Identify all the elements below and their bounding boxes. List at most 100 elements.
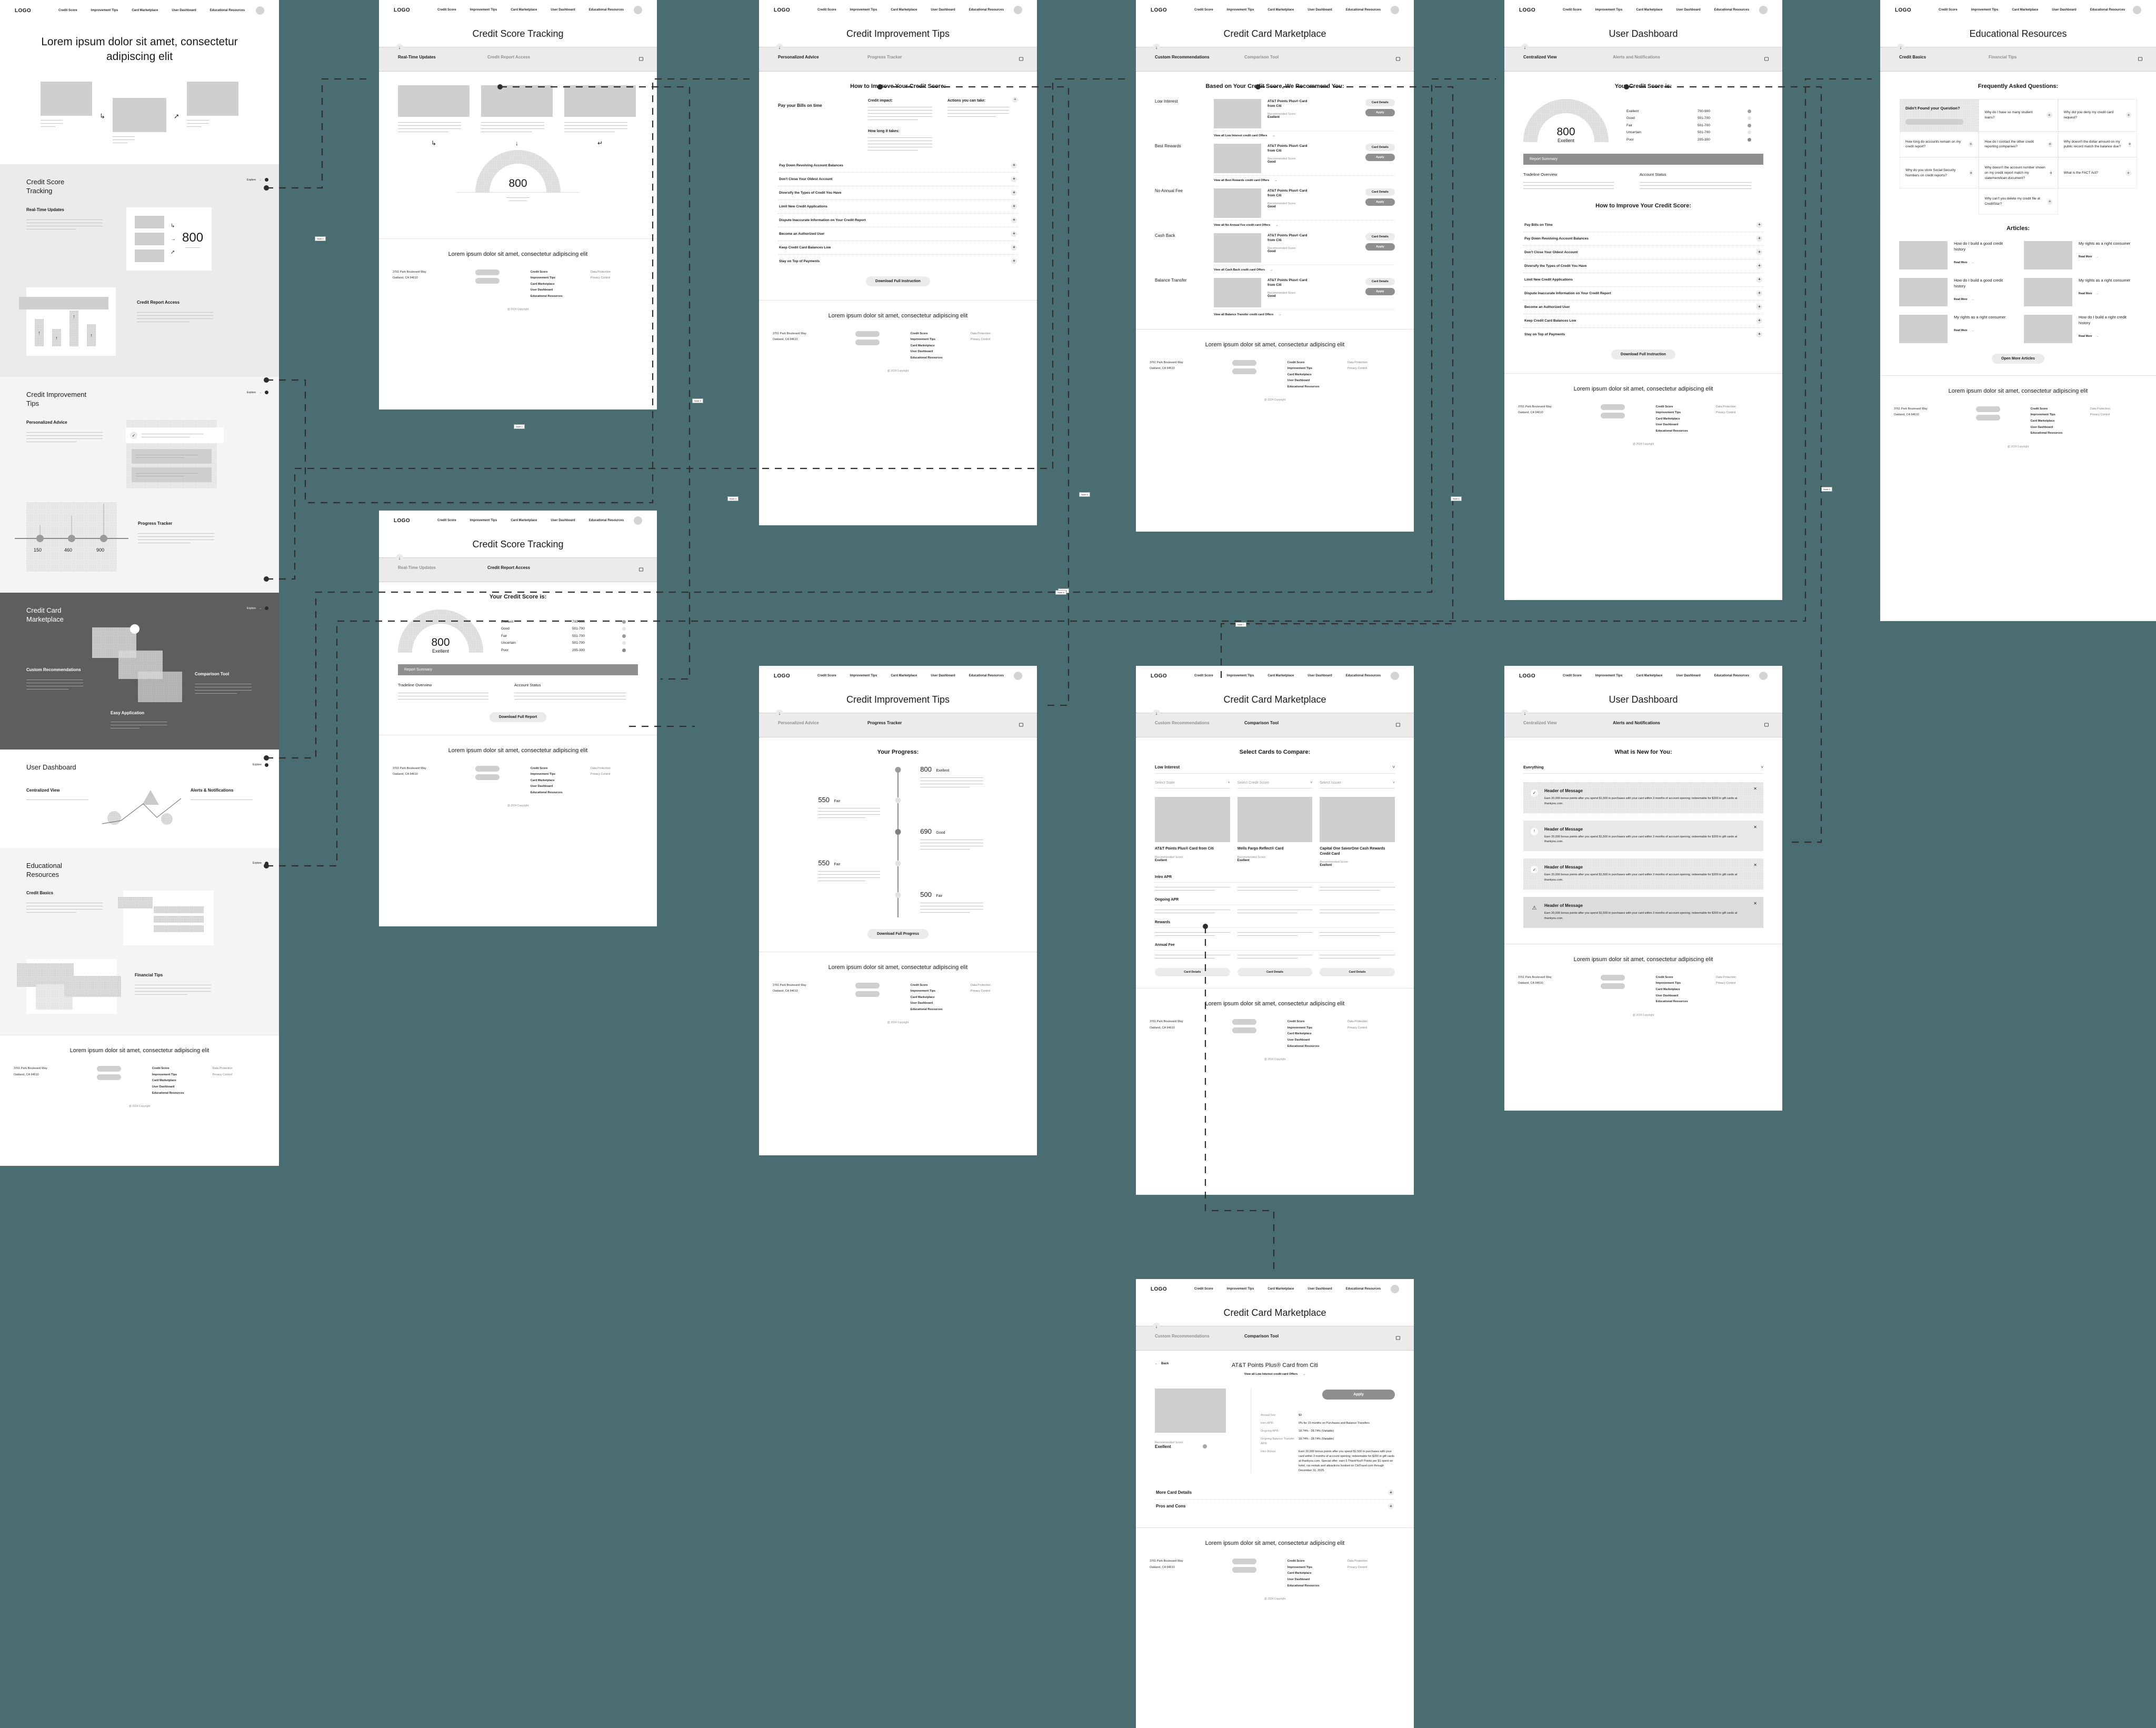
expand-icon[interactable]: +: [1011, 231, 1017, 237]
avatar[interactable]: [1759, 6, 1768, 14]
tab-credit-report-access[interactable]: Credit Report Access: [487, 55, 545, 61]
footer-link-card-marketplace[interactable]: Card Marketplace: [911, 343, 971, 349]
close-icon[interactable]: ✕: [1753, 863, 1757, 867]
filter-select-credit-score[interactable]: Select Credit Score ˅: [1237, 781, 1313, 788]
avatar[interactable]: [1391, 1285, 1399, 1293]
footer-link-card-marketplace[interactable]: Card Marketplace: [531, 282, 591, 288]
expand-icon[interactable]: +: [1756, 276, 1762, 283]
expand-icon[interactable]: +: [1011, 162, 1017, 168]
article-card[interactable]: My rights as a right consumer Read More →: [2024, 241, 2137, 269]
expand-icon[interactable]: +: [1388, 1490, 1394, 1496]
apply-button[interactable]: Apply: [1365, 198, 1395, 206]
logo[interactable]: LOGO: [774, 7, 790, 13]
faq-cell[interactable]: Why do you store Social Security Numbers…: [1900, 157, 1979, 189]
play-store-badge[interactable]: [855, 991, 880, 997]
nav-item-card-marketplace[interactable]: Card Marketplace: [511, 519, 537, 522]
footer-link-data-protection[interactable]: Data Protection: [213, 1066, 265, 1072]
footer-link-privacy-control[interactable]: Privacy Control: [213, 1072, 265, 1078]
apply-button[interactable]: Apply: [1365, 243, 1395, 251]
footer-link-user-dashboard[interactable]: User Dashboard: [531, 287, 591, 294]
card-details-button[interactable]: Card Details: [1365, 143, 1395, 151]
card-details-button[interactable]: Card Details: [1155, 968, 1230, 977]
nav-item-improvement-tips[interactable]: Improvement Tips: [1595, 8, 1623, 12]
explore-link-4[interactable]: Explore: [253, 763, 268, 767]
footer-link-privacy-control[interactable]: Privacy Control: [1716, 410, 1769, 416]
footer-link-improvement-tips[interactable]: Improvement Tips: [1287, 1565, 1348, 1571]
nav-item-educational-resources[interactable]: Educational Resources: [2090, 8, 2125, 12]
explore-link-1[interactable]: Explore →: [247, 178, 268, 182]
footer-link-privacy-control[interactable]: Privacy Control: [1348, 1565, 1400, 1571]
card-details-button[interactable]: Card Details: [1365, 188, 1395, 196]
nav-item-improvement-tips[interactable]: Improvement Tips: [1595, 674, 1623, 677]
nav-item-card-marketplace[interactable]: Card Marketplace: [1636, 8, 1662, 12]
footer-link-user-dashboard[interactable]: User Dashboard: [911, 1001, 971, 1007]
card-details-button[interactable]: Card Details: [1365, 277, 1395, 285]
download-full-instruction-button[interactable]: Download Full Instruction: [866, 276, 930, 286]
nav-item-user-dashboard[interactable]: User Dashboard: [1307, 674, 1332, 677]
card-details-button[interactable]: Card Details: [1237, 968, 1313, 977]
close-icon[interactable]: ✕: [1753, 786, 1757, 791]
nav-item-improvement-tips[interactable]: Improvement Tips: [470, 519, 497, 522]
footer-link-educational-resources[interactable]: Educational Resources: [152, 1091, 213, 1097]
notifications-filter[interactable]: Everything ˅: [1523, 765, 1763, 774]
footer-link-educational-resources[interactable]: Educational Resources: [1287, 1044, 1348, 1050]
nav-item-card-marketplace[interactable]: Card Marketplace: [891, 8, 917, 12]
nav-item-credit-score[interactable]: Credit Score: [1194, 1287, 1213, 1291]
footer-link-data-protection[interactable]: Data Protection: [1716, 404, 1769, 411]
logo[interactable]: LOGO: [1151, 7, 1167, 13]
nav-item-card-marketplace[interactable]: Card Marketplace: [891, 674, 917, 677]
nav-item-educational-resources[interactable]: Educational Resources: [210, 9, 245, 12]
expand-icon[interactable]: +: [1756, 304, 1762, 310]
play-store-badge[interactable]: [1601, 983, 1625, 989]
avatar[interactable]: [1014, 672, 1022, 680]
filter-select-issuer[interactable]: Select Issuer ˅: [1320, 781, 1395, 788]
nav-item-educational-resources[interactable]: Educational Resources: [969, 674, 1004, 677]
read-more-link[interactable]: Read More: [1954, 261, 1968, 264]
article-card[interactable]: How do I build a good credit history Rea…: [1899, 241, 2012, 269]
tab-alerts-notifications[interactable]: Alerts and Notifications: [1613, 55, 1671, 61]
app-store-badge[interactable]: [1232, 359, 1257, 366]
tab-centralized-view[interactable]: Centralized View: [1523, 55, 1581, 61]
expand-icon[interactable]: +: [1012, 96, 1018, 103]
view-all-link[interactable]: View all Balance Transfer credit card Of…: [1214, 313, 1273, 316]
tab-centralized-view[interactable]: Centralized View: [1523, 721, 1581, 726]
article-card[interactable]: How do I build a good credit history Rea…: [1899, 277, 2012, 306]
tab-custom-recommendations[interactable]: Custom Recommendations: [1155, 55, 1213, 61]
article-card[interactable]: My rights as a right consumer Read More →: [2024, 277, 2137, 306]
footer-link-credit-score[interactable]: Credit Score: [1287, 360, 1348, 366]
view-all-link[interactable]: View all Best Rewards credit card Offers: [1214, 179, 1269, 182]
avatar[interactable]: [256, 6, 264, 15]
footer-link-privacy-control[interactable]: Privacy Control: [971, 337, 1023, 343]
nav-item-card-marketplace[interactable]: Card Marketplace: [1267, 1287, 1294, 1291]
tab-alerts-notifications[interactable]: Alerts and Notifications: [1613, 721, 1671, 726]
read-more-link[interactable]: Read More: [2079, 335, 2092, 338]
nav-item-educational-resources[interactable]: Educational Resources: [589, 8, 624, 12]
article-card[interactable]: My rights as a right consumer Read More →: [1899, 314, 2012, 343]
filter-select-state[interactable]: Select State ˅: [1155, 781, 1230, 788]
app-store-badge[interactable]: [1601, 974, 1625, 981]
tab-custom-recommendations[interactable]: Custom Recommendations: [1155, 721, 1213, 726]
article-card[interactable]: How do I build a right credit history Re…: [2024, 314, 2137, 343]
app-store-badge[interactable]: [475, 765, 500, 772]
category-select[interactable]: Low Interest ˅: [1155, 765, 1395, 774]
footer-link-educational-resources[interactable]: Educational Resources: [911, 1007, 971, 1013]
footer-link-improvement-tips[interactable]: Improvement Tips: [1287, 1025, 1348, 1032]
play-store-badge[interactable]: [1232, 1567, 1257, 1573]
nav-item-card-marketplace[interactable]: Card Marketplace: [1267, 674, 1294, 677]
expand-icon[interactable]: +: [1756, 222, 1762, 228]
footer-link-user-dashboard[interactable]: User Dashboard: [531, 784, 591, 790]
expand-icon[interactable]: +: [1011, 244, 1017, 251]
footer-link-educational-resources[interactable]: Educational Resources: [1287, 1583, 1348, 1590]
app-store-badge[interactable]: [1232, 1559, 1257, 1565]
apply-button[interactable]: Apply: [1365, 108, 1395, 116]
footer-link-privacy-control[interactable]: Privacy Control: [971, 988, 1023, 995]
app-store-badge[interactable]: [1601, 404, 1625, 410]
logo[interactable]: LOGO: [1519, 673, 1535, 679]
footer-link-privacy-control[interactable]: Privacy Control: [591, 772, 643, 778]
expand-icon[interactable]: +: [1756, 235, 1762, 242]
accordion-pros-and-cons[interactable]: Pros and Cons +: [1155, 1500, 1395, 1513]
nav-item-user-dashboard[interactable]: User Dashboard: [1676, 8, 1700, 12]
footer-link-credit-score[interactable]: Credit Score: [531, 269, 591, 276]
footer-link-improvement-tips[interactable]: Improvement Tips: [531, 772, 591, 778]
nav-item-credit-score[interactable]: Credit Score: [817, 674, 836, 677]
